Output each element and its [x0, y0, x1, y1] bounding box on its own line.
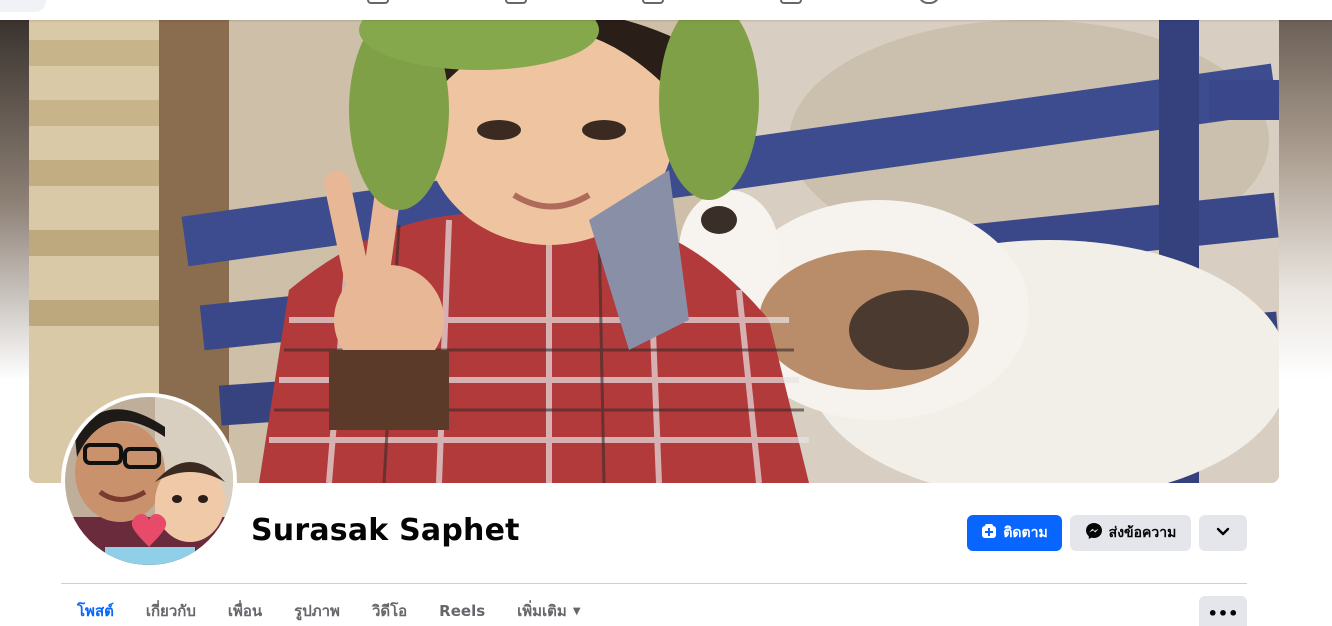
ellipsis-icon: ••• [1207, 604, 1239, 623]
avatar-image [65, 397, 233, 565]
tab-friends[interactable]: เพื่อน [212, 596, 278, 626]
profile-name: Surasak Saphet [251, 513, 520, 548]
follow-label: ติดตาม [1003, 525, 1048, 541]
home-icon[interactable] [367, 0, 389, 4]
tab-label: เพิ่มเติม [517, 602, 567, 620]
cover-backdrop-edge [0, 20, 30, 380]
tab-label: วิดีโอ [371, 602, 408, 620]
profile-picture-ring [61, 393, 237, 569]
message-button[interactable]: ส่งข้อความ [1070, 515, 1191, 551]
cover-photo[interactable] [29, 20, 1279, 483]
tab-label: รูปภาพ [294, 602, 340, 620]
profile-divider [61, 583, 1247, 584]
messenger-icon [1085, 522, 1103, 544]
tab-videos[interactable]: วิดีโอ [356, 596, 423, 626]
message-label: ส่งข้อความ [1108, 525, 1177, 541]
gaming-icon[interactable] [918, 0, 940, 4]
tab-label: เพื่อน [227, 602, 263, 620]
tab-posts[interactable]: โพสต์ [61, 596, 130, 626]
top-navigation-bar [0, 0, 1332, 20]
tab-label: โพสต์ [77, 602, 114, 620]
tab-more[interactable]: เพิ่มเติม ▼ [501, 596, 596, 626]
follow-button[interactable]: ติดตาม [967, 515, 1062, 551]
profile-picture[interactable] [65, 397, 233, 565]
cover-photo-image [29, 20, 1279, 483]
caret-down-icon: ▼ [572, 605, 581, 617]
profile-more-button[interactable] [1199, 515, 1247, 551]
video-icon[interactable] [642, 0, 664, 4]
tab-photos[interactable]: รูปภาพ [278, 596, 356, 626]
tab-label: Reels [439, 602, 486, 620]
friends-icon[interactable] [505, 0, 527, 4]
marketplace-icon[interactable] [780, 0, 802, 4]
tab-reels[interactable]: Reels [423, 596, 501, 626]
tab-options-button[interactable]: ••• [1199, 596, 1247, 626]
profile-tabs: โพสต์ เกี่ยวกับ เพื่อน รูปภาพ วิดีโอ Ree… [61, 596, 597, 626]
follow-plus-icon [981, 523, 997, 543]
chevron-down-icon [1216, 525, 1230, 541]
tab-label: เกี่ยวกับ [145, 602, 196, 620]
search-pill[interactable] [0, 0, 46, 12]
tab-about[interactable]: เกี่ยวกับ [130, 596, 212, 626]
profile-page: Surasak Saphet ติดตาม ส่งข้อความ โพสต์ เ… [0, 0, 1332, 626]
